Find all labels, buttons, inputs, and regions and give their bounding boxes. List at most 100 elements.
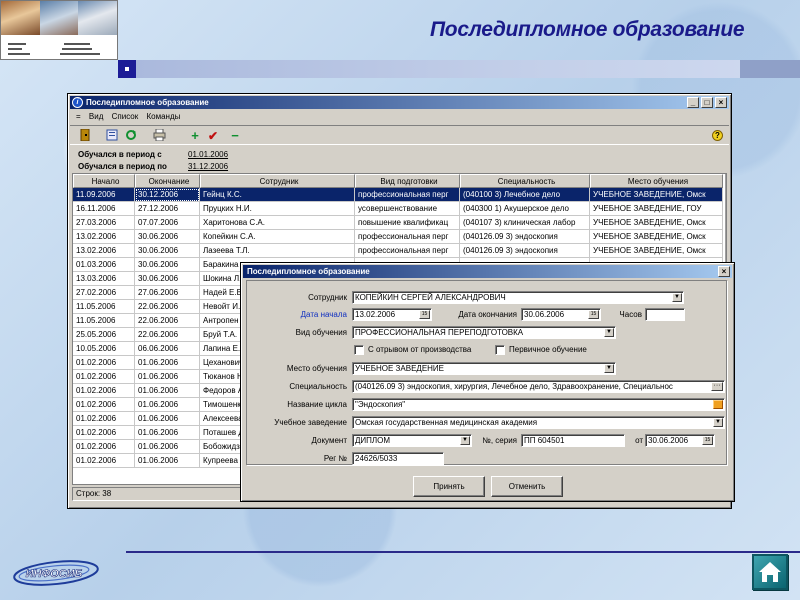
main-window-title: Последипломное образование [86,98,209,107]
start-date-field[interactable]: 13.02.2006 15 [352,308,432,321]
document-label: Документ [311,436,348,445]
institution-select[interactable]: Омская государственная медицинская акаде… [352,416,725,429]
reg-number-input[interactable]: 24626/5033 [352,452,444,465]
training-cell: профессиональная перг [355,188,460,202]
checkmark-icon[interactable]: ✔ [206,129,220,143]
scroll-up-arrow[interactable]: ▲ [726,174,727,185]
place-cell: УЧЕБНОЕ ЗАВЕДЕНИЕ, Омск [590,244,723,258]
start-cell: 25.05.2006 [73,328,135,342]
question-icon[interactable]: ? [712,130,723,141]
chevron-down-icon[interactable]: ▼ [604,328,614,337]
hours-input[interactable] [645,308,685,321]
header-band [118,60,800,78]
header-band-end [740,60,800,78]
add-icon[interactable]: + [188,129,202,143]
primary-training-label: Первичное обучение [509,345,587,354]
specialty-cell: (040126.09 3) эндоскопия [460,244,590,258]
note-icon[interactable] [713,400,723,409]
dialog-titlebar: Последипломное образование × [243,265,732,278]
logo-photo [78,1,117,35]
column-header[interactable]: Сотрудник [200,174,355,188]
specialty-cell: (040100 3) Лечебное дело [460,188,590,202]
hours-label: Часов [619,310,642,319]
chevron-down-icon[interactable]: ▼ [604,364,614,373]
calendar-icon[interactable]: 15 [588,310,599,319]
end-cell: 30.12.2006 [135,188,200,202]
start-cell: 01.02.2006 [73,370,135,384]
column-header[interactable]: Вид подготовки [355,174,460,188]
menu-item-view[interactable]: Вид [89,112,103,121]
place-select[interactable]: УЧЕБНОЕ ЗАВЕДЕНИЕ ▼ [352,362,616,375]
employee-cell: Харитонова С.А. [200,216,355,230]
cycle-field[interactable]: "Эндоскопия" [352,398,725,411]
institution-label: Учебное заведение [274,418,347,427]
close-button[interactable]: × [715,97,727,108]
start-date-label: Дата начала [300,310,347,319]
place-cell: УЧЕБНОЕ ЗАВЕДЕНИЕ, ГОУ [590,202,723,216]
training-cell: повышение квалификац [355,216,460,230]
calendar-icon[interactable]: 15 [702,436,713,445]
series-input[interactable]: ПП 604501 [521,434,625,447]
minimize-button[interactable]: _ [687,97,699,108]
end-cell: 30.06.2006 [135,272,200,286]
table-row[interactable]: 27.03.2006 07.07.2006 Харитонова С.А. повыш… [73,216,723,230]
training-type-select[interactable]: ПРОФЕССИОНАЛЬНАЯ ПЕРЕПОДГОТОВКА ▼ [352,326,616,339]
start-cell: 01.02.2006 [73,440,135,454]
table-row[interactable]: 13.02.2006 30.06.2006 Лазеева Т.Л. професси… [73,244,723,258]
menu-item-list[interactable]: Список [112,112,139,121]
filter-from-label: Обучался в период с [78,150,162,159]
filter-to-date[interactable]: 31.12.2006 [188,162,228,171]
remove-icon[interactable]: − [228,129,242,143]
issued-date-field[interactable]: 30.06.2006 15 [645,434,715,447]
employee-select[interactable]: КОПЕЙКИН СЕРГЕЙ АЛЕКСАНДРОВИЧ ▼ [352,291,684,304]
primary-training-checkbox[interactable] [495,345,505,355]
exit-door-icon[interactable] [78,128,92,143]
menu-item-system[interactable]: = [76,112,81,121]
end-cell: 01.06.2006 [135,384,200,398]
ellipsis-icon[interactable]: ··· [711,382,723,391]
chevron-down-icon[interactable]: ▼ [713,418,723,427]
chevron-down-icon[interactable]: ▼ [460,436,470,445]
accept-button[interactable]: Принять [413,476,485,497]
reg-number-label: Рег № [323,454,347,463]
place-value: УЧЕБНОЕ ЗАВЕДЕНИЕ [355,364,445,373]
start-cell: 01.02.2006 [73,398,135,412]
start-cell: 11.09.2006 [73,188,135,202]
end-cell: 30.06.2006 [135,258,200,272]
table-row[interactable]: 13.02.2006 30.06.2006 Копейкин С.А. професс… [73,230,723,244]
column-header[interactable]: Специальность [460,174,590,188]
maximize-button[interactable]: □ [701,97,713,108]
start-cell: 13.02.2006 [73,244,135,258]
start-cell: 01.02.2006 [73,356,135,370]
refresh-icon[interactable] [124,129,138,143]
start-cell: 13.02.2006 [73,230,135,244]
off-work-checkbox[interactable] [354,345,364,355]
column-header[interactable]: Окончание [135,174,200,188]
column-header[interactable]: Начало [73,174,135,188]
chevron-down-icon[interactable]: ▼ [672,293,682,302]
end-cell: 06.06.2006 [135,342,200,356]
training-cell: профессиональная перг [355,244,460,258]
cancel-button[interactable]: Отменить [491,476,563,497]
infosib-logo: ИНФОСИБ [13,560,99,586]
column-header[interactable]: Место обучения [590,174,723,188]
properties-icon[interactable] [105,129,119,143]
end-date-value: 30.06.2006 [524,310,565,319]
home-button[interactable] [752,554,788,590]
end-date-field[interactable]: 30.06.2006 15 [521,308,601,321]
end-cell: 01.06.2006 [135,412,200,426]
end-cell: 01.06.2006 [135,454,200,468]
start-cell: 27.03.2006 [73,216,135,230]
document-select[interactable]: ДИПЛОМ ▼ [352,434,472,447]
table-row[interactable]: 11.09.2006 30.12.2006 Гейнц К.С. профессион… [73,188,723,202]
print-icon[interactable] [152,128,166,143]
menu-item-commands[interactable]: Команды [146,112,180,121]
dialog-close-button[interactable]: × [718,266,730,277]
filter-from-date[interactable]: 01.01.2006 [188,150,228,159]
end-cell: 01.06.2006 [135,426,200,440]
calendar-icon[interactable]: 15 [419,310,430,319]
table-row[interactable]: 16.11.2006 27.12.2006 Пруцких Н.И. усоверше… [73,202,723,216]
specialty-field[interactable]: (040126.09 3) эндоскопия, хирургия, Лече… [352,380,725,393]
footer-line [126,551,800,553]
info-icon: i [72,97,83,108]
